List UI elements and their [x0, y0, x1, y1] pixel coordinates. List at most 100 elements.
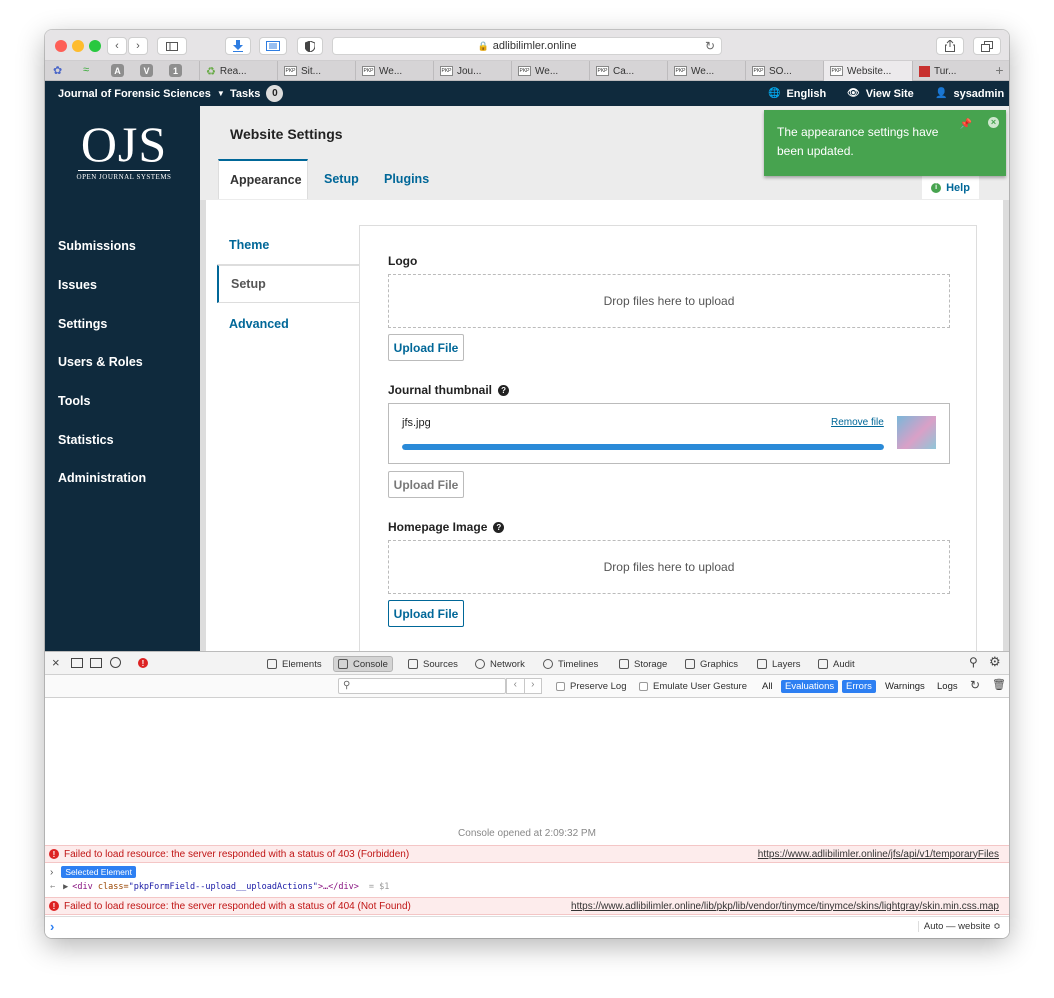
console-filter-input[interactable]: ⚲ [338, 678, 506, 694]
console-prompt[interactable]: › Auto — website ≎ [45, 916, 1009, 938]
filter-errors[interactable]: Errors [842, 680, 876, 693]
user-menu[interactable]: 👤 sysadmin [935, 81, 1004, 106]
browser-tab-active[interactable]: PKP Website... [823, 61, 912, 81]
dock-side-icon[interactable] [90, 658, 102, 668]
journal-switcher[interactable]: Journal of Forensic Sciences ▼ [58, 81, 225, 106]
minimize-window-button[interactable] [72, 40, 84, 52]
side-tab-setup[interactable]: Setup [217, 265, 359, 303]
help-question-icon[interactable]: ? [498, 384, 510, 396]
nav-statistics[interactable]: Statistics [58, 433, 114, 447]
error-url-link[interactable]: https://www.adlibilimler.online/lib/pkp/… [571, 901, 999, 912]
nav-users-roles[interactable]: Users & Roles [58, 355, 143, 369]
notification-text: The appearance settings have been update… [777, 125, 939, 158]
nav-administration[interactable]: Administration [58, 471, 146, 485]
devtools-tab-audit[interactable]: Audit [814, 656, 859, 672]
devtools-tab-elements[interactable]: Elements [263, 656, 326, 672]
homepage-upload-button[interactable]: Upload File [388, 600, 464, 627]
inspect-target-icon[interactable] [110, 657, 121, 668]
reload-icon[interactable]: ↻ [970, 678, 980, 692]
devtools-tab-timelines[interactable]: Timelines [539, 656, 602, 672]
pinned-tab-a[interactable]: A [111, 64, 124, 77]
nav-settings[interactable]: Settings [58, 317, 107, 331]
browser-tab[interactable]: PKP We... [667, 61, 745, 81]
browser-tab[interactable]: PKP Ca... [589, 61, 667, 81]
tasks-button[interactable]: Tasks 0 [230, 81, 284, 106]
side-tab-advanced[interactable]: Advanced [217, 305, 359, 343]
browser-tab[interactable]: PKP We... [355, 61, 433, 81]
browser-tab[interactable]: Tur... [912, 61, 990, 81]
main-content: Website Settings Appearance Setup Plugin… [200, 106, 1009, 665]
back-button[interactable]: ‹ [107, 37, 127, 55]
error-count-icon[interactable]: ! [138, 658, 148, 668]
view-site-link[interactable]: 👁 View Site [847, 81, 914, 106]
preserve-log-checkbox[interactable]: Preserve Log [556, 681, 627, 692]
browser-tab[interactable]: PKP Jou... [433, 61, 511, 81]
devtools-tab-graphics[interactable]: Graphics [681, 656, 742, 672]
reload-icon[interactable]: ↻ [705, 39, 715, 53]
thumbnail-upload-button[interactable]: Upload File [388, 471, 464, 498]
search-icon[interactable]: ⚲ [969, 655, 978, 669]
nav-issues[interactable]: Issues [58, 278, 97, 292]
pinned-tab-v[interactable]: V [140, 64, 153, 77]
lock-icon: 🔒 [477, 40, 489, 51]
side-tab-theme[interactable]: Theme [217, 226, 359, 264]
leaf-icon[interactable]: ≈ [83, 64, 89, 76]
devtools-tab-layers[interactable]: Layers [753, 656, 805, 672]
filter-all[interactable]: All [758, 680, 777, 693]
tab-plugins[interactable]: Plugins [384, 159, 429, 199]
devtools-tab-network[interactable]: Network [471, 656, 529, 672]
share-icon[interactable] [936, 37, 964, 55]
filter-logs[interactable]: Logs [933, 680, 962, 693]
trash-icon[interactable]: 🗑 [992, 678, 1006, 691]
error-url-link[interactable]: https://www.adlibilimler.online/jfs/api/… [758, 849, 999, 860]
execution-context-select[interactable]: Auto — website ≎ [917, 921, 1001, 932]
chevron-left-icon[interactable]: ‹ [507, 679, 525, 693]
downloads-icon[interactable] [225, 37, 251, 55]
setup-form: Logo Drop files here to upload Upload Fi… [359, 225, 977, 665]
upload-progress-fill [402, 444, 884, 450]
pin-icon[interactable]: 📌 [960, 115, 972, 134]
nav-tools[interactable]: Tools [58, 394, 90, 408]
homepage-dropzone[interactable]: Drop files here to upload [388, 540, 950, 594]
tab-appearance[interactable]: Appearance [218, 159, 308, 199]
extension-icon[interactable]: ✿ [53, 64, 62, 77]
help-question-icon[interactable]: ? [493, 521, 505, 533]
gear-icon[interactable]: ⚙ [989, 654, 1001, 670]
tab-overview-icon[interactable] [973, 37, 1001, 55]
pinned-tab-1[interactable]: 1 [169, 64, 182, 77]
dock-bottom-icon[interactable] [71, 658, 83, 668]
logo-upload-button[interactable]: Upload File [388, 334, 464, 361]
emulate-gesture-checkbox[interactable]: Emulate User Gesture [639, 681, 747, 692]
ojs-logo[interactable]: OJS OPEN JOURNAL SYSTEMS [74, 119, 174, 181]
new-tab-button[interactable]: + [990, 62, 1009, 78]
browser-tab[interactable]: PKP SO... [745, 61, 823, 81]
language-menu[interactable]: 🌐 English [768, 81, 826, 106]
nav-submissions[interactable]: Submissions [58, 239, 136, 253]
reader-icon[interactable] [259, 37, 287, 55]
browser-tab[interactable]: ♻ Rea... [199, 61, 277, 81]
browser-tab[interactable]: PKP Sit... [277, 61, 355, 81]
disclosure-triangle-icon[interactable]: ▶ [63, 882, 68, 892]
console-filter-bar: ⚲ ‹ › Preserve Log Emulate User Gesture … [45, 675, 1009, 698]
zoom-window-button[interactable] [89, 40, 101, 52]
devtools-tab-console[interactable]: Console [333, 656, 393, 672]
devtools-tab-sources[interactable]: Sources [404, 656, 462, 672]
close-icon[interactable]: × [988, 117, 999, 128]
browser-tab[interactable]: PKP We... [511, 61, 589, 81]
sidebar-toggle-icon[interactable] [157, 37, 187, 55]
devtools-tab-storage[interactable]: Storage [615, 656, 671, 672]
filter-warnings[interactable]: Warnings [881, 680, 929, 693]
close-devtools-icon[interactable]: × [52, 655, 60, 670]
close-window-button[interactable] [55, 40, 67, 52]
tab-setup[interactable]: Setup [324, 159, 359, 199]
address-bar[interactable]: 🔒 adlibilimler.online ↻ [332, 37, 722, 55]
help-button[interactable]: i Help [922, 176, 979, 199]
forward-button[interactable]: › [128, 37, 148, 55]
console-history-nav[interactable]: ‹ › [506, 678, 542, 694]
privacy-shield-icon[interactable] [297, 37, 323, 55]
remove-file-link[interactable]: Remove file [831, 417, 884, 428]
element-result-row[interactable]: ← ▶ <div class= "pkpFormField--upload__up… [50, 882, 389, 892]
logo-dropzone[interactable]: Drop files here to upload [388, 274, 950, 328]
chevron-right-icon[interactable]: › [525, 679, 542, 693]
filter-evaluations[interactable]: Evaluations [781, 680, 839, 693]
